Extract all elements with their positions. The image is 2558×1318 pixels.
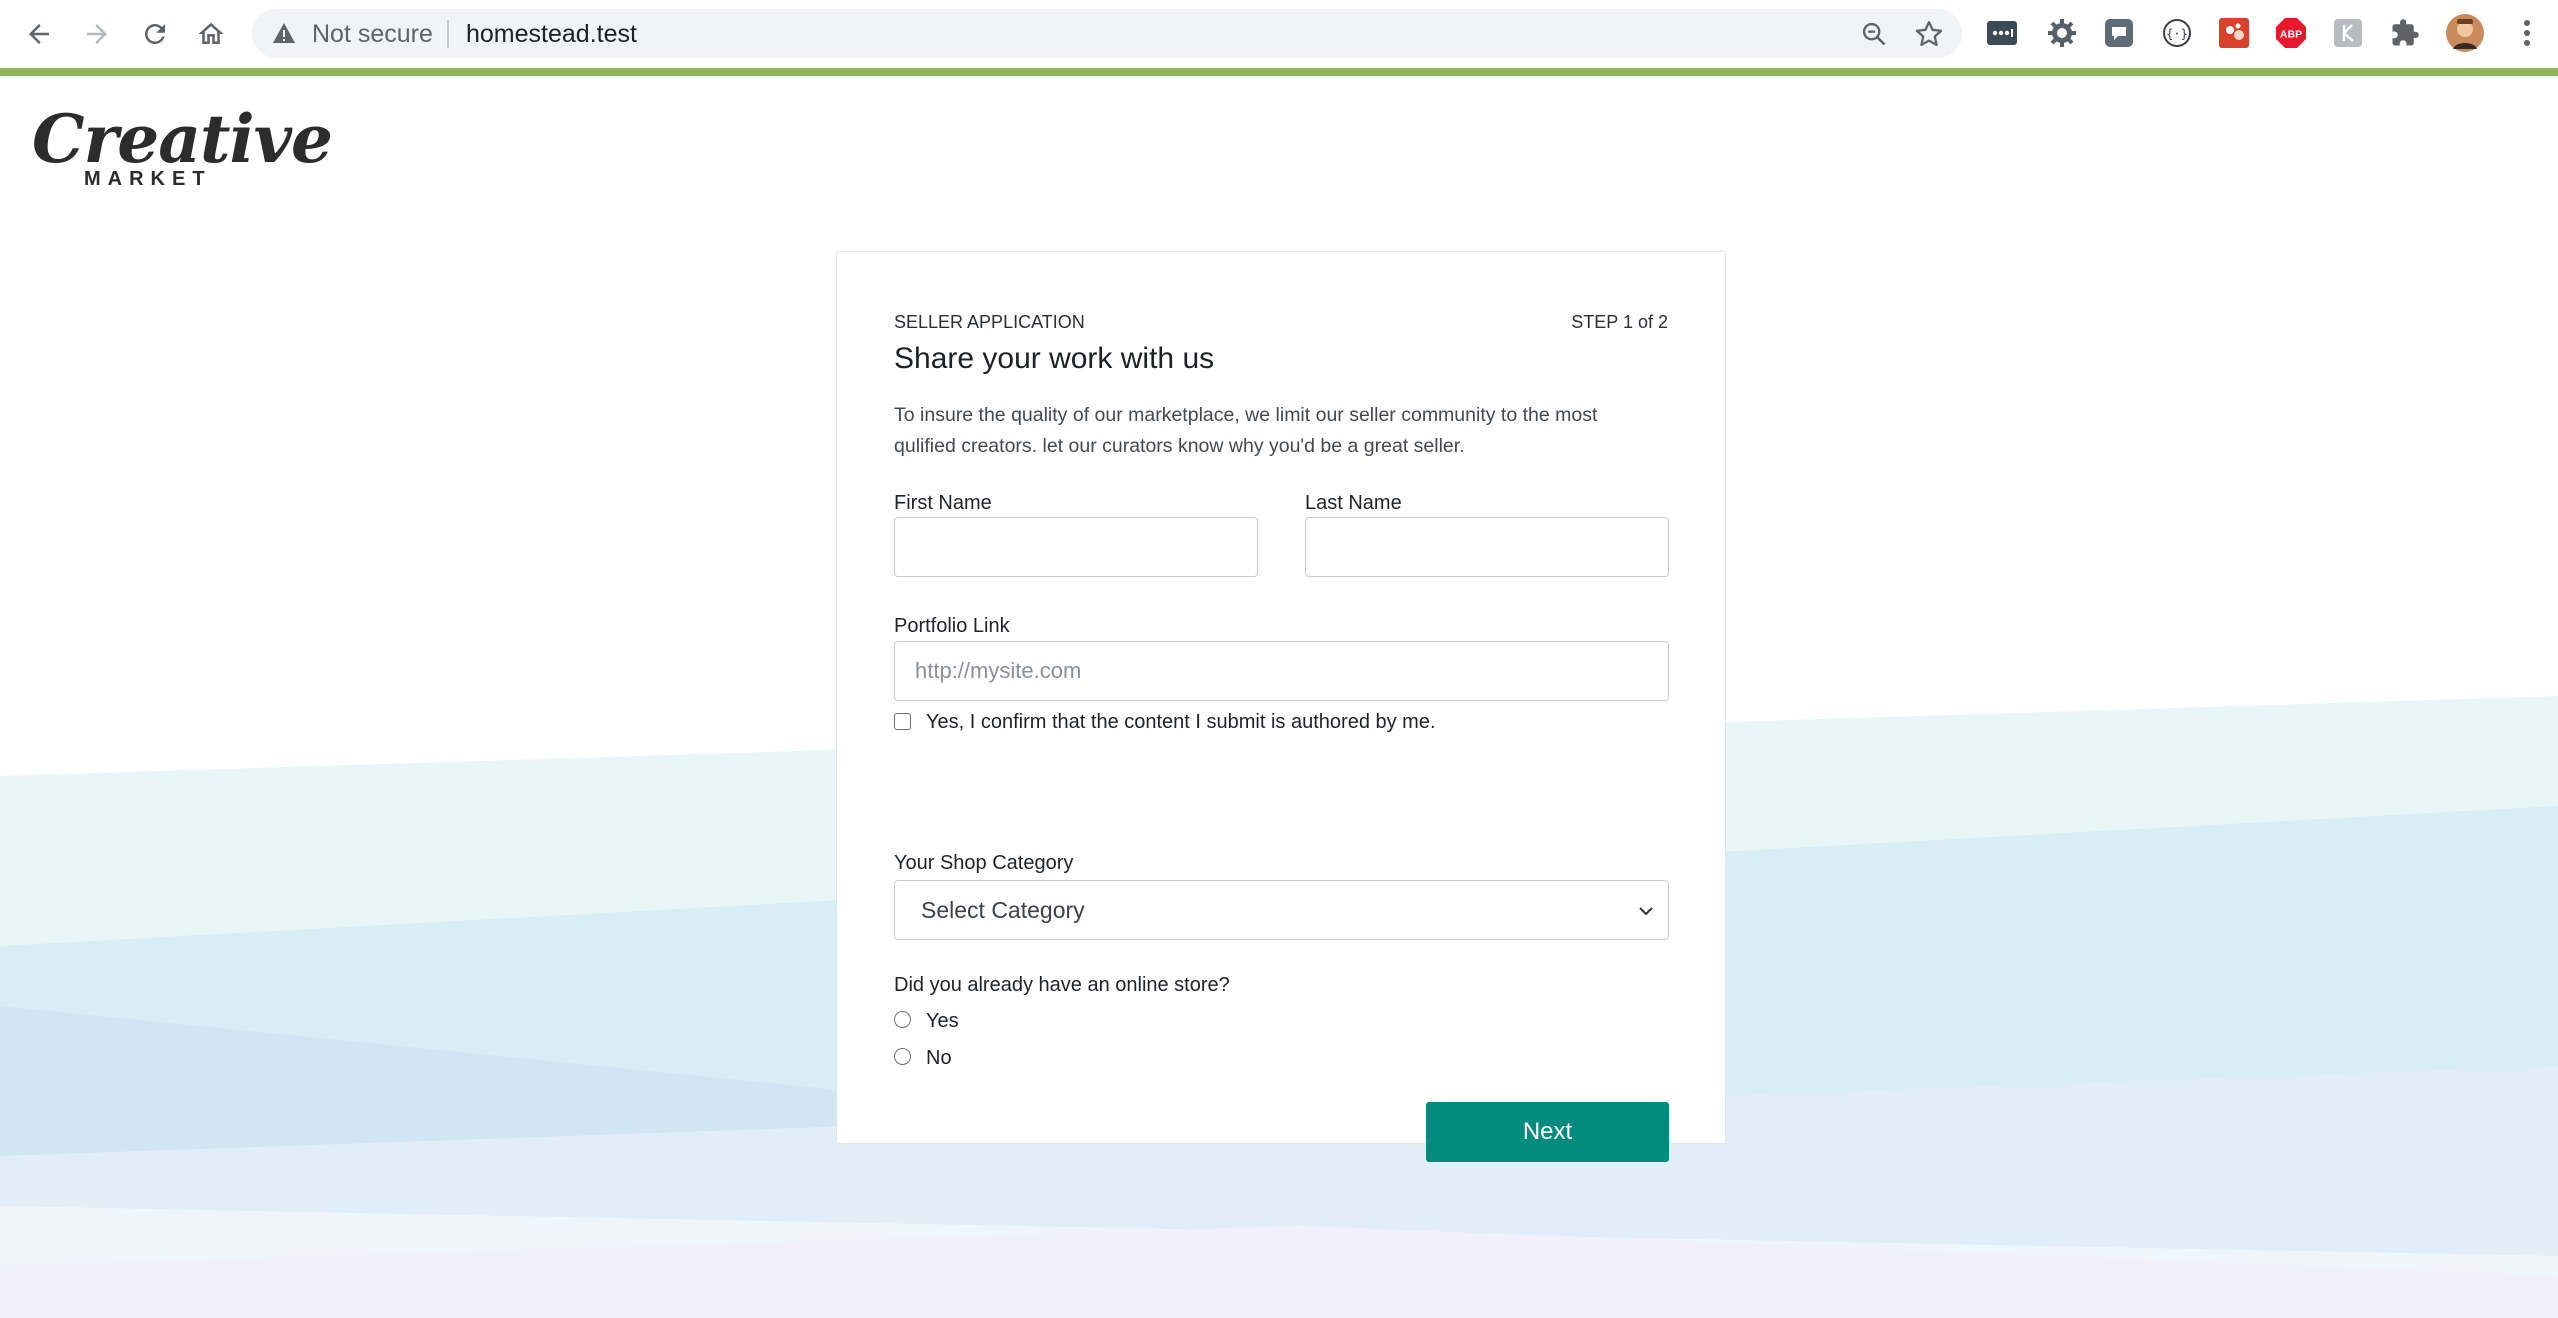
forward-button[interactable]: [75, 12, 119, 56]
adblock-plus-icon[interactable]: ABP: [2274, 16, 2308, 50]
logo-script-text: Creative: [32, 100, 333, 178]
svg-text:{·}: {·}: [2166, 27, 2188, 41]
next-button[interactable]: Next: [1426, 1102, 1669, 1162]
browser-toolbar: Not secure homestead.test {·} ABP: [0, 0, 2558, 68]
puzzle-extensions-icon[interactable]: [2388, 16, 2422, 50]
step-indicator: STEP 1 of 2: [1571, 312, 1668, 332]
red-extension-icon[interactable]: [2217, 16, 2251, 50]
kebab-menu-icon: [2524, 20, 2530, 46]
confirm-checkbox[interactable]: [894, 713, 911, 730]
gray-extension-icon[interactable]: [2331, 16, 2365, 50]
forward-arrow-icon: [87, 24, 107, 44]
home-icon: [198, 22, 224, 44]
gear-extension-icon[interactable]: [2045, 16, 2079, 50]
category-label: Your Shop Category: [894, 852, 1074, 874]
confirm-label[interactable]: Yes, I confirm that the content I submit…: [926, 711, 1436, 734]
category-select[interactable]: Select Category: [894, 880, 1669, 940]
portfolio-label: Portfolio Link: [894, 615, 1010, 637]
profile-avatar[interactable]: [2445, 13, 2485, 53]
back-arrow-icon: [29, 24, 49, 44]
reload-icon: [144, 23, 165, 44]
store-question: Did you already have an online store?: [894, 974, 1230, 996]
bookmark-star-icon[interactable]: [1914, 19, 1944, 49]
browser-menu-button[interactable]: [2510, 16, 2544, 50]
chevron-down-icon: [1639, 907, 1653, 916]
url-text[interactable]: homestead.test: [466, 20, 637, 49]
store-no-radio[interactable]: [894, 1048, 911, 1065]
form-eyebrow: SELLER APPLICATION: [894, 312, 1085, 332]
zoom-out-icon[interactable]: [1860, 20, 1888, 48]
seller-application-card: SELLER APPLICATION STEP 1 of 2 Share you…: [836, 251, 1726, 1162]
first-name-label: First Name: [894, 492, 992, 514]
speech-extension-icon[interactable]: [2102, 16, 2136, 50]
omnibox-divider: [447, 20, 449, 48]
portfolio-input[interactable]: http://mysite.com: [894, 641, 1669, 701]
form-description: To insure the quality of our marketplace…: [894, 404, 1598, 457]
page-content: Creative MARKET SELLER APPLICATION STEP …: [0, 76, 2558, 1318]
category-selected-value: Select Category: [921, 897, 1085, 923]
creative-market-logo[interactable]: Creative MARKET: [32, 100, 333, 191]
store-yes-label[interactable]: Yes: [926, 1010, 959, 1033]
store-yes-radio[interactable]: [894, 1011, 911, 1028]
first-name-field[interactable]: [894, 517, 1258, 577]
warning-icon: [273, 23, 295, 43]
security-status[interactable]: Not secure: [312, 20, 433, 49]
home-button[interactable]: [189, 12, 233, 56]
back-button[interactable]: [17, 12, 61, 56]
reload-button[interactable]: [133, 12, 177, 56]
address-bar[interactable]: Not secure homestead.test: [252, 9, 1962, 58]
last-name-field[interactable]: [1305, 517, 1669, 577]
adblock-label: ABP: [2280, 29, 2302, 41]
form-title: Share your work with us: [894, 342, 1215, 375]
code-extension-icon[interactable]: {·}: [2160, 16, 2194, 50]
accent-bar: [0, 68, 2558, 76]
password-manager-icon[interactable]: [1985, 16, 2019, 50]
last-name-label: Last Name: [1305, 492, 1402, 514]
store-no-label[interactable]: No: [926, 1047, 952, 1070]
